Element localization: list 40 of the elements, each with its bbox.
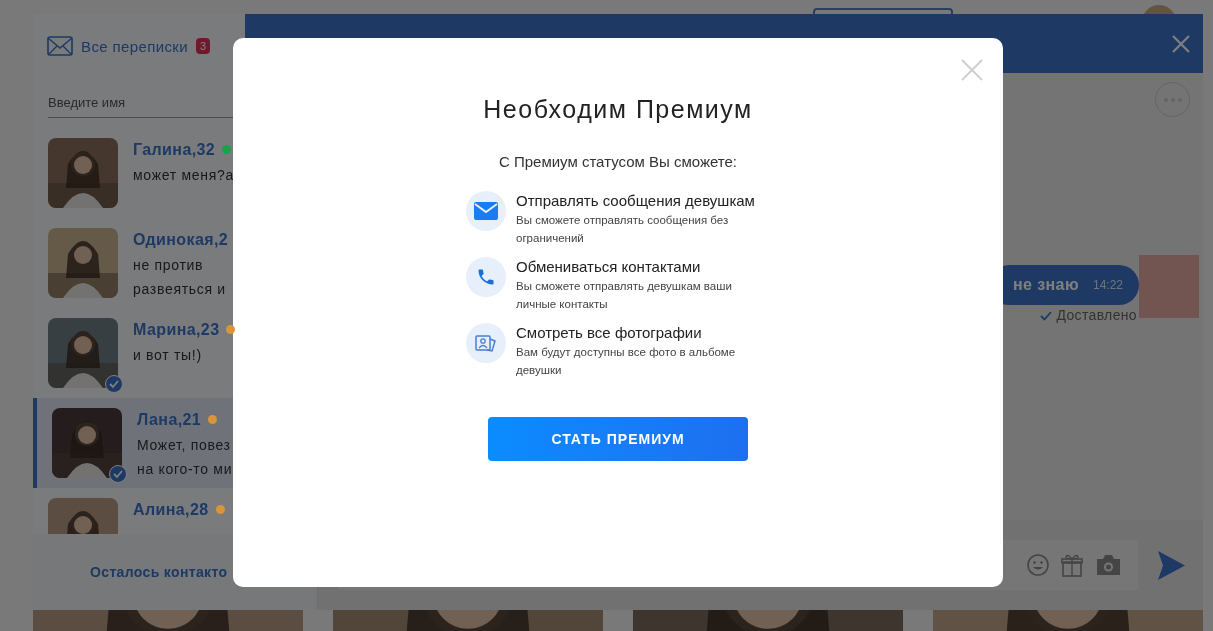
contact-name: Галина,32 <box>133 139 216 160</box>
send-icon[interactable] <box>1158 550 1185 580</box>
conversation-item[interactable]: Марина,23 и вот ты!) <box>33 307 317 398</box>
dialog-subtitle: С Премиум статусом Вы сможете: <box>498 151 738 172</box>
sidebar-title[interactable]: Все переписки <box>81 36 188 59</box>
message-preview: не против <box>133 255 205 275</box>
feature-title: Обмениваться контактами <box>516 257 702 277</box>
contact-name: Одинокая,2 <box>133 229 229 250</box>
message-time: 14:22 <box>1092 277 1123 294</box>
photos-icon <box>475 333 497 353</box>
phone-icon <box>476 267 496 287</box>
message-preview: развеяться и <box>133 279 227 299</box>
dialog-title: Необходим Премиум <box>483 94 753 125</box>
sender-avatar <box>1139 255 1199 318</box>
feature-description: Вы сможете отправлять сообщения без ограничений <box>516 213 730 246</box>
message-preview: Может, повез <box>137 435 232 455</box>
become-premium-button[interactable]: СТАТЬ ПРЕМИУМ <box>488 417 748 461</box>
message-preview: может меня?а <box>133 165 234 185</box>
message-preview: и вот ты!) <box>133 345 203 365</box>
message-text: не знаю <box>1012 275 1079 295</box>
check-icon <box>1040 310 1053 321</box>
close-icon[interactable] <box>961 59 983 81</box>
feature-description: Вы сможете отправлять девушкам ваши личные контакты <box>516 279 733 312</box>
message-preview: на кого-то ми <box>137 459 233 479</box>
feature-title: Отправлять сообщения девушкам <box>516 191 756 211</box>
delivery-status: Доставлено <box>1056 306 1137 325</box>
conversation-item[interactable]: Одинокая,2 не против развеяться и <box>33 217 317 308</box>
envelope-icon <box>474 202 498 220</box>
contacts-remaining: Осталось контакто <box>90 562 228 582</box>
conversation-item[interactable]: Галина,32 может меня?а <box>33 127 317 218</box>
feature-title: Смотреть все фотографии <box>516 323 703 343</box>
smiley-icon[interactable] <box>1027 554 1049 576</box>
feature-description: Вам будут доступны все фото в альбоме девушки <box>516 345 737 378</box>
contact-name: Алина,28 <box>133 499 209 520</box>
contact-name: Марина,23 <box>133 319 220 340</box>
gift-icon[interactable] <box>1061 553 1083 577</box>
camera-icon[interactable] <box>1095 554 1122 576</box>
unread-count: 3 <box>196 38 211 54</box>
contact-name: Лана,21 <box>137 409 202 430</box>
envelope-icon <box>47 36 73 56</box>
